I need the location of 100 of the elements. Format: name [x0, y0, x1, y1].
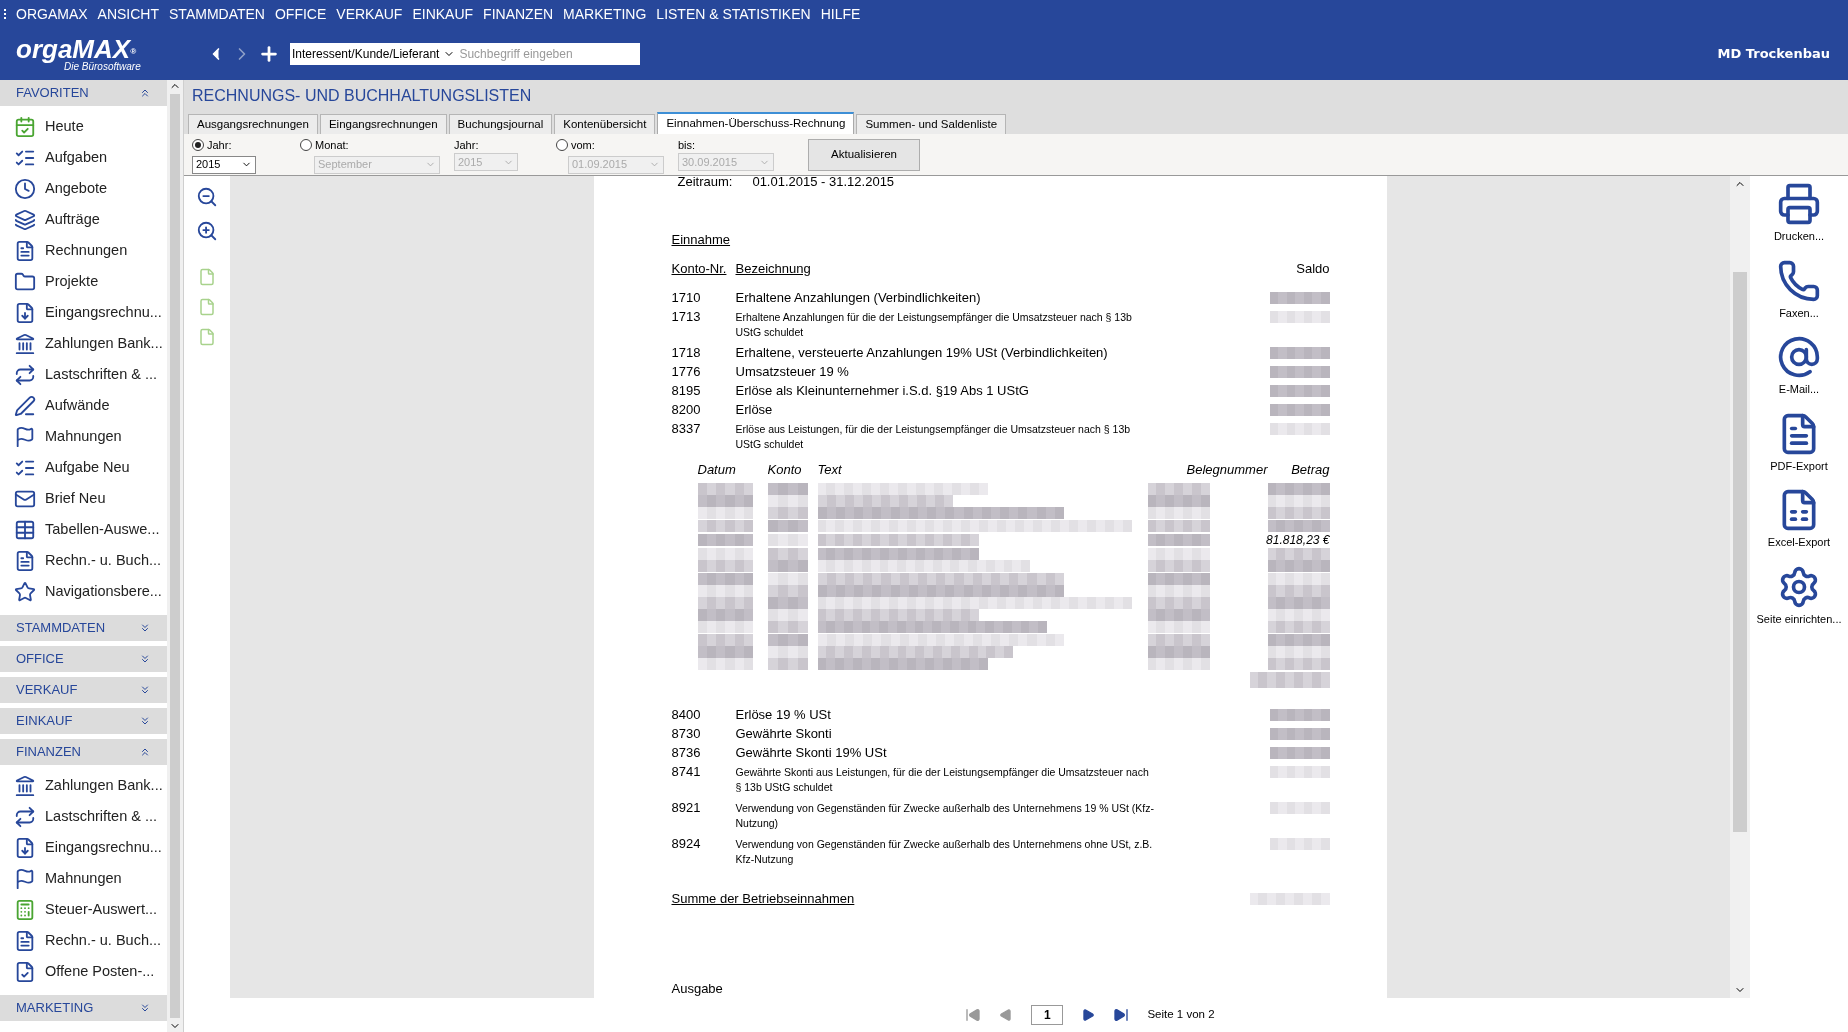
account-number: 8337 [671, 419, 702, 438]
sidebar-item[interactable]: Zahlungen Bank... [0, 328, 168, 359]
sidebar-item[interactable]: Lastschriften & ... [0, 801, 168, 832]
sidebar-item[interactable]: Rechnungen [0, 235, 168, 266]
scrollbar-thumb[interactable] [1733, 272, 1747, 832]
menu-item[interactable]: LISTEN & STATISTIKEN [656, 3, 811, 25]
transfer-icon [14, 805, 36, 828]
blurred-value [1147, 519, 1210, 532]
sidebar-item[interactable]: Aufträge [0, 204, 168, 235]
blurred-value [767, 572, 808, 585]
blurred-value [697, 645, 754, 658]
blurred-value [1267, 645, 1330, 658]
sidebar-item[interactable]: Offene Posten-... [0, 956, 168, 987]
sidebar-item[interactable]: Projekte [0, 266, 168, 297]
field-label: Jahr: [454, 138, 480, 151]
page-info: Seite 1 von 2 [1147, 1007, 1215, 1023]
sidebar-item[interactable]: Angebote [0, 173, 168, 204]
tab[interactable]: Ausgangsrechnungen [188, 114, 318, 134]
radio-button[interactable] [192, 139, 204, 152]
account-number: 8921 [671, 799, 702, 817]
column-header: Saldo [1296, 260, 1330, 278]
tab[interactable]: Eingangsrechnungen [319, 114, 447, 134]
blurred-value [1267, 560, 1330, 573]
last-page-icon[interactable] [1113, 1007, 1130, 1023]
next-page-icon[interactable] [1081, 1008, 1096, 1022]
blurred-value [1269, 838, 1330, 850]
account-number: 8736 [671, 744, 702, 762]
sidebar-item[interactable]: Tabellen-Auswe... [0, 514, 168, 545]
action-button[interactable]: Drucken... [1773, 182, 1825, 245]
blurred-value [1267, 609, 1330, 622]
section-header[interactable]: FAVORITEN [0, 80, 168, 106]
action-button[interactable]: E-Mail... [1777, 335, 1821, 398]
sidebar-item[interactable]: Aufgaben [0, 142, 168, 173]
company-name: MD Trockenbau [1717, 45, 1831, 64]
first-page-icon[interactable] [965, 1007, 982, 1023]
account-number: 1776 [671, 362, 702, 381]
menu-item[interactable]: MARKETING [563, 3, 647, 25]
blurred-value [1269, 384, 1330, 397]
tab[interactable]: Einnahmen-Überschuss-Rechnung [657, 112, 855, 134]
previous-page-icon[interactable] [999, 1008, 1014, 1022]
menu-item[interactable]: FINANZEN [483, 3, 554, 25]
category-select[interactable]: Interessent/Kunde/Lieferant [290, 43, 458, 65]
column-header: Konto-Nr. [671, 260, 728, 278]
field-label: bis: [678, 138, 697, 151]
action-button[interactable]: Faxen... [1777, 258, 1821, 321]
sidebar-item[interactable]: Aufwände [0, 390, 168, 421]
blurred-value [767, 645, 808, 658]
sidebar-item[interactable]: Aufgabe Neu [0, 452, 168, 483]
blurred-value [767, 519, 808, 532]
section-header[interactable]: EINKAUF [0, 708, 168, 734]
zoom-out-icon[interactable] [196, 186, 218, 208]
section-header[interactable]: VERKAUF [0, 677, 168, 703]
menu-item[interactable]: OFFICE [274, 3, 327, 25]
blurred-value [697, 560, 754, 573]
zoom-in-icon[interactable] [196, 220, 218, 242]
sidebar-item[interactable]: Eingangsrechnu... [0, 832, 168, 863]
action-button[interactable]: Excel-Export [1767, 488, 1831, 551]
section-header[interactable]: FINANZEN [0, 739, 168, 765]
account-number: 1713 [671, 307, 702, 326]
section-header[interactable]: MARKETING [0, 995, 168, 1021]
sidebar-item[interactable]: Rechn.- u. Buch... [0, 925, 168, 956]
sidebar-item[interactable]: Navigationsbere... [0, 576, 168, 607]
refresh-button[interactable]: Aktualisieren [808, 139, 920, 171]
menu-item[interactable]: EINKAUF [412, 3, 474, 25]
sidebar-item[interactable]: Brief Neu [0, 483, 168, 514]
blurred-value [697, 572, 754, 585]
blurred-value [697, 584, 754, 597]
account-number: 8924 [671, 835, 702, 853]
add-icon[interactable] [258, 43, 280, 65]
tab[interactable]: Buchungsjournal [448, 114, 553, 134]
account-name: Verwendung von Gegenständen für Zwecke außerhalb des Unternehmens ohne USt, z.B. Kfz-Nutzung [735, 837, 1154, 867]
blurred-value [767, 533, 808, 546]
menu-item[interactable]: HILFE [820, 3, 861, 25]
sidebar-item[interactable]: Lastschriften & ... [0, 359, 168, 390]
section-header[interactable]: OFFICE [0, 646, 168, 672]
action-button[interactable]: Seite einrichten... [1756, 564, 1842, 627]
sidebar-item[interactable]: Eingangsrechnu... [0, 297, 168, 328]
year-select[interactable]: 2015 [192, 155, 256, 174]
menu-item[interactable]: VERKAUF [336, 3, 403, 25]
bank-icon [14, 332, 36, 355]
sidebar-item[interactable]: Mahnungen [0, 863, 168, 894]
menu-item[interactable]: STAMMDATEN [169, 3, 265, 25]
blurred-value [1269, 365, 1330, 378]
search-field[interactable]: Suchbegriff eingeben [457, 43, 640, 65]
sidebar-item[interactable]: Rechn.- u. Buch... [0, 545, 168, 576]
page-number-field[interactable]: 1 [1031, 1005, 1064, 1025]
section-heading: Ausgabe [671, 979, 723, 998]
sidebar-item[interactable]: Steuer-Auswert... [0, 894, 168, 925]
pen-icon [14, 394, 36, 417]
sidebar-item[interactable]: Heute [0, 111, 168, 142]
sidebar-item[interactable]: Zahlungen Bank... [0, 770, 168, 801]
tab[interactable]: Summen- und Saldenliste [856, 114, 1007, 134]
blurred-value [767, 495, 808, 508]
scrollbar-thumb[interactable] [170, 94, 181, 1018]
action-button[interactable]: PDF-Export [1770, 411, 1828, 474]
menu-item[interactable]: ORGAMAX [16, 3, 88, 25]
menu-item[interactable]: ANSICHT [97, 3, 160, 25]
sidebar-item[interactable]: Mahnungen [0, 421, 168, 452]
section-header[interactable]: STAMMDATEN [0, 615, 168, 641]
tab[interactable]: Kontenübersicht [554, 114, 656, 134]
